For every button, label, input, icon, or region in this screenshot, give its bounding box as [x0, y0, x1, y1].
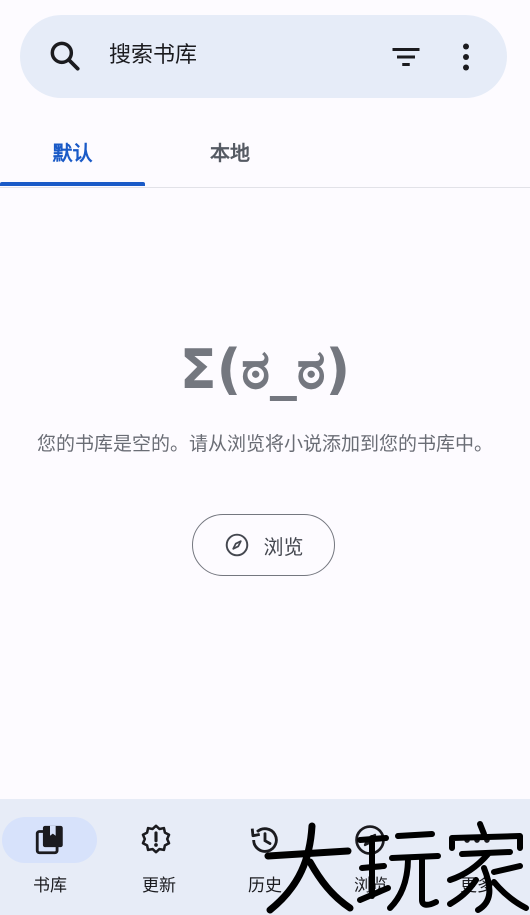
- tabs-divider: [0, 187, 530, 188]
- tab-local[interactable]: 本地: [160, 115, 300, 188]
- watermark-logo: [264, 821, 529, 914]
- empty-kaomoji: Σ(ಠ_ಠ): [179, 338, 351, 401]
- nav-label-library: 书库: [33, 876, 67, 896]
- browse-button-label: 浏览: [263, 534, 304, 559]
- compass-icon: [225, 533, 248, 557]
- search-input[interactable]: 搜索书库: [109, 41, 197, 71]
- tab-bar: 默认 本地: [0, 115, 530, 188]
- empty-message: 您的书库是空的。请从浏览将小说添加到您的书库中。: [36, 433, 493, 455]
- nav-item-updates[interactable]: 更新: [106, 799, 212, 915]
- more-vert-icon[interactable]: [448, 39, 484, 75]
- search-icon[interactable]: [46, 37, 84, 75]
- library-icon: [35, 825, 63, 855]
- browse-button[interactable]: 浏览: [192, 514, 335, 576]
- nav-label-updates: 更新: [142, 876, 176, 896]
- tab-default[interactable]: 默认: [0, 115, 145, 188]
- updates-icon: [141, 824, 171, 854]
- tab-indicator: [0, 182, 145, 186]
- search-bar[interactable]: 搜索书库: [20, 15, 507, 98]
- filter-icon[interactable]: [388, 39, 424, 75]
- nav-item-library[interactable]: 书库: [0, 799, 106, 915]
